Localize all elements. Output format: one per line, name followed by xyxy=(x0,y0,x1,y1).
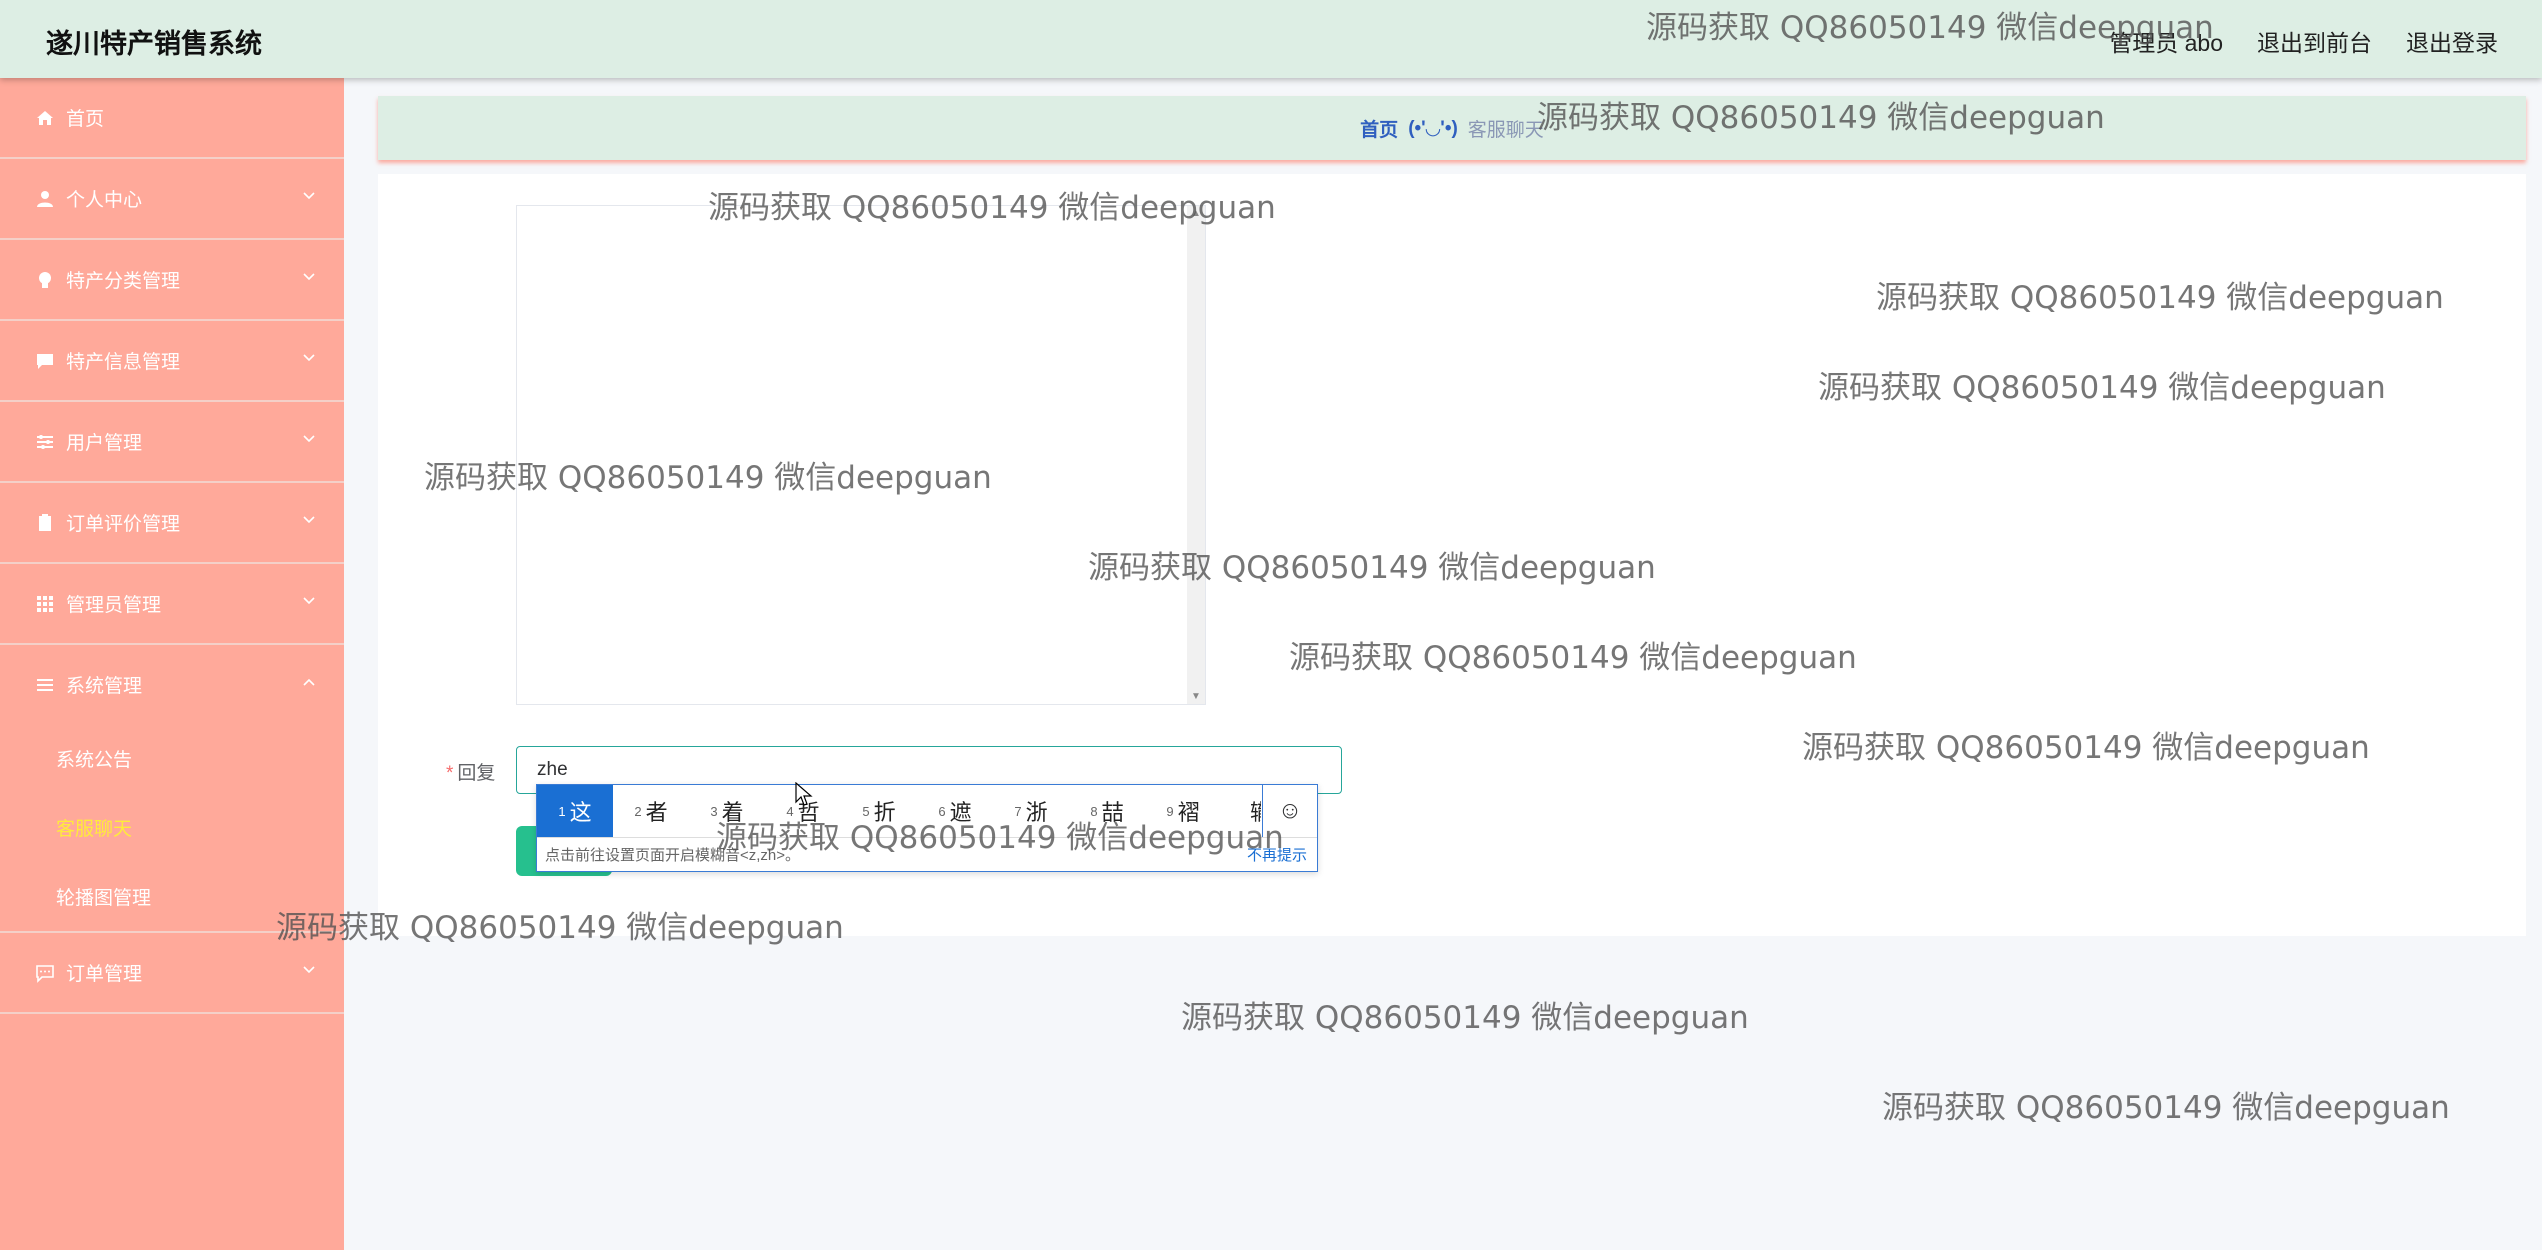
ime-tip-text: 点击前往设置页面开启模糊音<z,zh>。 xyxy=(545,847,801,864)
chat-scrollbar[interactable]: ▲ ▼ xyxy=(1187,206,1205,704)
ime-candidate[interactable]: 5折 xyxy=(841,785,917,837)
logout-link[interactable]: 退出登录 xyxy=(2406,24,2498,58)
chevron-up-icon xyxy=(303,678,315,686)
sidebar-item-label: 用户管理 xyxy=(66,433,143,454)
app-title: 遂川特产销售系统 xyxy=(46,29,262,59)
sliders-icon xyxy=(34,431,56,453)
sidebar-item-label: 订单管理 xyxy=(66,964,143,985)
ime-tip: 点击前往设置页面开启模糊音<z,zh>。 不再提示 xyxy=(537,837,1317,871)
chevron-down-icon xyxy=(303,435,315,443)
sidebar-item-home[interactable]: 首页 xyxy=(0,78,344,159)
ime-dismiss-link[interactable]: 不再提示 xyxy=(1247,844,1307,865)
breadcrumb-face: (•'◡'•) xyxy=(1408,117,1458,139)
scroll-down-icon[interactable]: ▼ xyxy=(1191,691,1201,702)
submenu-item-announcement[interactable]: 系统公告 xyxy=(0,724,344,793)
reply-label: * 回复 xyxy=(446,763,496,784)
admin-user-label[interactable]: 管理员 abo xyxy=(2109,24,2223,58)
chat-history-box[interactable]: ▲ ▼ xyxy=(516,205,1206,705)
top-header: 遂川特产销售系统 管理员 abo 退出到前台 退出登录 xyxy=(0,0,2542,78)
sidebar-item-category[interactable]: 特产分类管理 xyxy=(0,240,344,321)
chevron-down-icon xyxy=(303,273,315,281)
sidebar-item-system[interactable]: 系统管理 xyxy=(0,645,344,724)
back-to-frontend-link[interactable]: 退出到前台 xyxy=(2257,24,2372,58)
chevron-down-icon xyxy=(303,597,315,605)
sidebar-item-users[interactable]: 用户管理 xyxy=(0,402,344,483)
submenu-item-customer-chat[interactable]: 客服聊天 xyxy=(0,793,344,862)
ime-candidate[interactable]: 9褶 xyxy=(1145,785,1221,837)
breadcrumb: 首页 (•'◡'•) 客服聊天 xyxy=(378,96,2526,160)
sidebar-item-orders[interactable]: 订单管理 xyxy=(0,933,344,1014)
header-links: 管理员 abo 退出到前台 退出登录 xyxy=(2109,24,2498,58)
watermark: 源码获取 QQ86050149 微信deepguan xyxy=(1181,1000,1749,1036)
ime-candidate-popup: 1这 2者 3着 4哲 5折 6遮 7浙 8喆 9褶 辙 ☺ 点击前往设置页面开… xyxy=(536,784,1318,872)
chat-icon xyxy=(34,962,56,984)
scroll-up-icon[interactable]: ▲ xyxy=(1191,208,1201,219)
chevron-down-icon xyxy=(303,354,315,362)
sidebar-item-label: 管理员管理 xyxy=(66,595,162,616)
ime-candidate-row: 1这 2者 3着 4哲 5折 6遮 7浙 8喆 9褶 辙 xyxy=(537,785,1261,837)
breadcrumb-home[interactable]: 首页 xyxy=(1360,115,1398,142)
ime-candidate[interactable]: 2者 xyxy=(613,785,689,837)
mouse-cursor-icon xyxy=(795,782,813,806)
watermark: 源码获取 QQ86050149 微信deepguan xyxy=(1882,1090,2450,1126)
bulb-icon xyxy=(34,269,56,291)
sidebar-item-label: 特产信息管理 xyxy=(66,352,181,373)
ime-candidate[interactable]: 1这 xyxy=(537,785,613,837)
sidebar-item-label: 订单评价管理 xyxy=(66,514,181,535)
sidebar-item-label: 系统管理 xyxy=(66,676,143,697)
sidebar: 首页 个人中心 特产分类管理 特产信息管理 用户管理 订单评价管理 管理员管理 … xyxy=(0,78,344,1250)
chevron-down-icon xyxy=(303,516,315,524)
home-icon xyxy=(34,107,56,129)
sidebar-item-personal-center[interactable]: 个人中心 xyxy=(0,159,344,240)
ime-candidate[interactable]: 8喆 xyxy=(1069,785,1145,837)
sidebar-item-label: 特产分类管理 xyxy=(66,271,181,292)
sidebar-item-product-info[interactable]: 特产信息管理 xyxy=(0,321,344,402)
smiley-icon[interactable]: ☺ xyxy=(1262,785,1317,837)
message-icon xyxy=(34,350,56,372)
chevron-down-icon xyxy=(303,966,315,974)
sidebar-item-label: 首页 xyxy=(66,109,105,130)
ime-candidate[interactable]: 辙 xyxy=(1221,785,1261,837)
ime-candidate[interactable]: 7浙 xyxy=(993,785,1069,837)
breadcrumb-current: 客服聊天 xyxy=(1467,119,1544,141)
clipboard-icon xyxy=(34,512,56,534)
chevron-down-icon xyxy=(303,192,315,200)
sidebar-item-admins[interactable]: 管理员管理 xyxy=(0,564,344,645)
grid-icon xyxy=(34,593,56,615)
submenu-item-carousel[interactable]: 轮播图管理 xyxy=(0,862,344,933)
sidebar-item-order-review[interactable]: 订单评价管理 xyxy=(0,483,344,564)
user-icon xyxy=(34,188,56,210)
ime-candidate[interactable]: 6遮 xyxy=(917,785,993,837)
sidebar-item-label: 个人中心 xyxy=(66,190,143,211)
ime-candidate[interactable]: 3着 xyxy=(689,785,765,837)
menu-icon xyxy=(34,674,56,696)
